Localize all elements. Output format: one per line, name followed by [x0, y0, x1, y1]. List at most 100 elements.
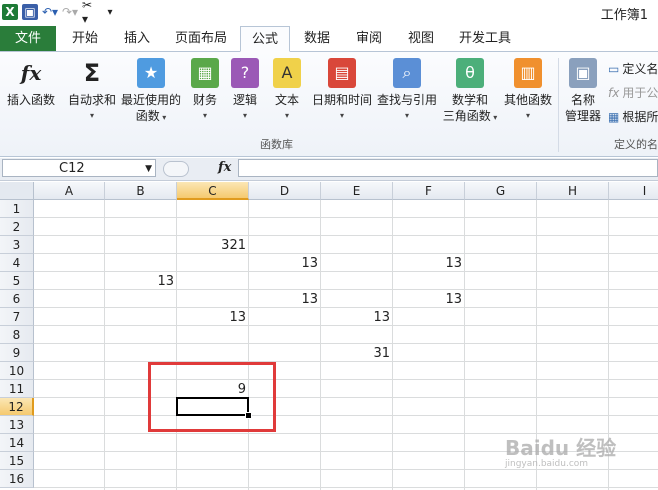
tab-data[interactable]: 数据	[292, 26, 342, 51]
tools-icon[interactable]: ✂▾	[82, 0, 98, 26]
formula-bar-expand-icon[interactable]	[163, 161, 189, 177]
chevron-down-icon: ▾	[202, 111, 207, 120]
text-button[interactable]: A 文本 ▾	[270, 56, 304, 124]
tab-home[interactable]: 开始	[60, 26, 110, 51]
cell-c7[interactable]: 13	[177, 308, 249, 326]
select-all-corner[interactable]	[0, 182, 34, 200]
chevron-down-icon: ▾	[339, 111, 344, 120]
column-header-b[interactable]: B	[105, 182, 177, 200]
row-header-15[interactable]: 15	[0, 452, 34, 470]
save-icon[interactable]: ▣	[22, 4, 38, 20]
gridline	[34, 397, 658, 398]
tag-icon: ▭	[608, 61, 620, 76]
grid-small-icon: ▦	[608, 109, 620, 124]
row-header-12[interactable]: 12	[0, 398, 34, 416]
name-manager-button[interactable]: ▣ 名称 管理器	[562, 56, 604, 124]
cell-e9[interactable]: 31	[321, 344, 393, 362]
row-header-8[interactable]: 8	[0, 326, 34, 344]
column-header-c[interactable]: C	[177, 182, 249, 200]
create-from-selection-button[interactable]: ▦ 根据所	[608, 108, 658, 125]
row-header-3[interactable]: 3	[0, 236, 34, 254]
row-header-1[interactable]: 1	[0, 200, 34, 218]
insert-function-fx-icon[interactable]: fx	[218, 160, 231, 175]
formula-bar: C12 ▼ fx	[0, 158, 658, 181]
sigma-icon: Σ	[83, 59, 101, 87]
row-header-4[interactable]: 4	[0, 254, 34, 272]
math-trig-button[interactable]: θ 数学和 三角函数 ▾	[440, 56, 500, 126]
name-box[interactable]: C12 ▼	[2, 159, 156, 177]
row-header-5[interactable]: 5	[0, 272, 34, 290]
cell-b5[interactable]: 13	[105, 272, 177, 290]
tab-developer[interactable]: 开发工具	[450, 26, 520, 51]
tab-review[interactable]: 审阅	[344, 26, 394, 51]
tab-view[interactable]: 视图	[396, 26, 446, 51]
chevron-down-icon: ▾	[284, 111, 289, 120]
cell-d4[interactable]: 13	[249, 254, 321, 272]
tab-file[interactable]: 文件	[0, 26, 56, 51]
column-header-f[interactable]: F	[393, 182, 465, 200]
logical-book-icon: ?	[231, 58, 259, 88]
fx-small-icon: fx	[608, 85, 620, 100]
column-header-e[interactable]: E	[321, 182, 393, 200]
gridline	[34, 469, 658, 470]
define-name-button[interactable]: ▭ 定义名	[608, 60, 658, 77]
date-time-button[interactable]: ▤ 日期和时间 ▾	[310, 56, 374, 124]
row-header-11[interactable]: 11	[0, 380, 34, 398]
column-header-d[interactable]: D	[249, 182, 321, 200]
row-header-13[interactable]: 13	[0, 416, 34, 434]
excel-app-icon[interactable]: X	[2, 4, 18, 20]
highlight-box	[148, 362, 276, 432]
row-header-16[interactable]: 16	[0, 470, 34, 488]
chevron-down-icon[interactable]: ▼	[145, 160, 152, 178]
gridline	[34, 217, 658, 218]
column-header-g[interactable]: G	[465, 182, 537, 200]
autosum-button[interactable]: Σ 自动求和 ▾	[66, 56, 118, 124]
gridline	[34, 415, 658, 416]
window-title: 工作簿1	[600, 8, 648, 23]
cell-c3[interactable]: 321	[177, 236, 249, 254]
row-header-14[interactable]: 14	[0, 434, 34, 452]
theta-book-icon: θ	[456, 58, 484, 88]
cell-e7[interactable]: 13	[321, 308, 393, 326]
quick-access-toolbar: X ▣ ↶▾ ↷▾ ✂▾ ▾	[2, 0, 118, 26]
star-book-icon: ★	[137, 58, 165, 88]
row-header-2[interactable]: 2	[0, 218, 34, 236]
logical-button[interactable]: ? 逻辑 ▾	[228, 56, 262, 124]
row-header-9[interactable]: 9	[0, 344, 34, 362]
insert-function-button[interactable]: fx 插入函数	[4, 56, 58, 108]
gridline	[104, 200, 105, 490]
gridline	[464, 200, 465, 490]
chevron-down-icon: ▾	[89, 111, 94, 120]
text-book-icon: A	[273, 58, 301, 88]
lookup-reference-button[interactable]: ⌕ 查找与引用 ▾	[376, 56, 438, 124]
column-header-i[interactable]: I	[609, 182, 658, 200]
cell-f4[interactable]: 13	[393, 254, 465, 272]
cell-f6[interactable]: 13	[393, 290, 465, 308]
redo-icon[interactable]: ↷▾	[62, 4, 78, 20]
formula-input[interactable]	[238, 159, 658, 177]
name-manager-icon: ▣	[569, 58, 597, 88]
financial-button[interactable]: ▦ 财务 ▾	[188, 56, 222, 124]
tab-page-layout[interactable]: 页面布局	[166, 26, 236, 51]
chevron-down-icon: ▾	[159, 113, 167, 122]
tab-formulas[interactable]: 公式	[240, 26, 290, 52]
more-functions-button[interactable]: ▥ 其他函数 ▾	[502, 56, 554, 124]
more-books-icon: ▥	[514, 58, 542, 88]
row-header-10[interactable]: 10	[0, 362, 34, 380]
undo-icon[interactable]: ↶▾	[42, 4, 58, 20]
magnifier-book-icon: ⌕	[393, 58, 421, 88]
row-header-7[interactable]: 7	[0, 308, 34, 326]
column-header-a[interactable]: A	[34, 182, 105, 200]
column-header-h[interactable]: H	[537, 182, 609, 200]
chevron-down-icon: ▾	[490, 113, 498, 122]
cell-d6[interactable]: 13	[249, 290, 321, 308]
chevron-down-icon: ▾	[404, 111, 409, 120]
use-in-formula-button[interactable]: fx 用于公	[608, 84, 658, 101]
date-book-icon: ▤	[328, 58, 356, 88]
row-header-6[interactable]: 6	[0, 290, 34, 308]
recently-used-button[interactable]: ★ 最近使用的 函数 ▾	[120, 56, 182, 126]
tab-insert[interactable]: 插入	[112, 26, 162, 51]
customize-qat-icon[interactable]: ▾	[102, 4, 118, 20]
title-bar: X ▣ ↶▾ ↷▾ ✂▾ ▾ 工作簿1	[0, 0, 658, 26]
gridline	[34, 253, 658, 254]
